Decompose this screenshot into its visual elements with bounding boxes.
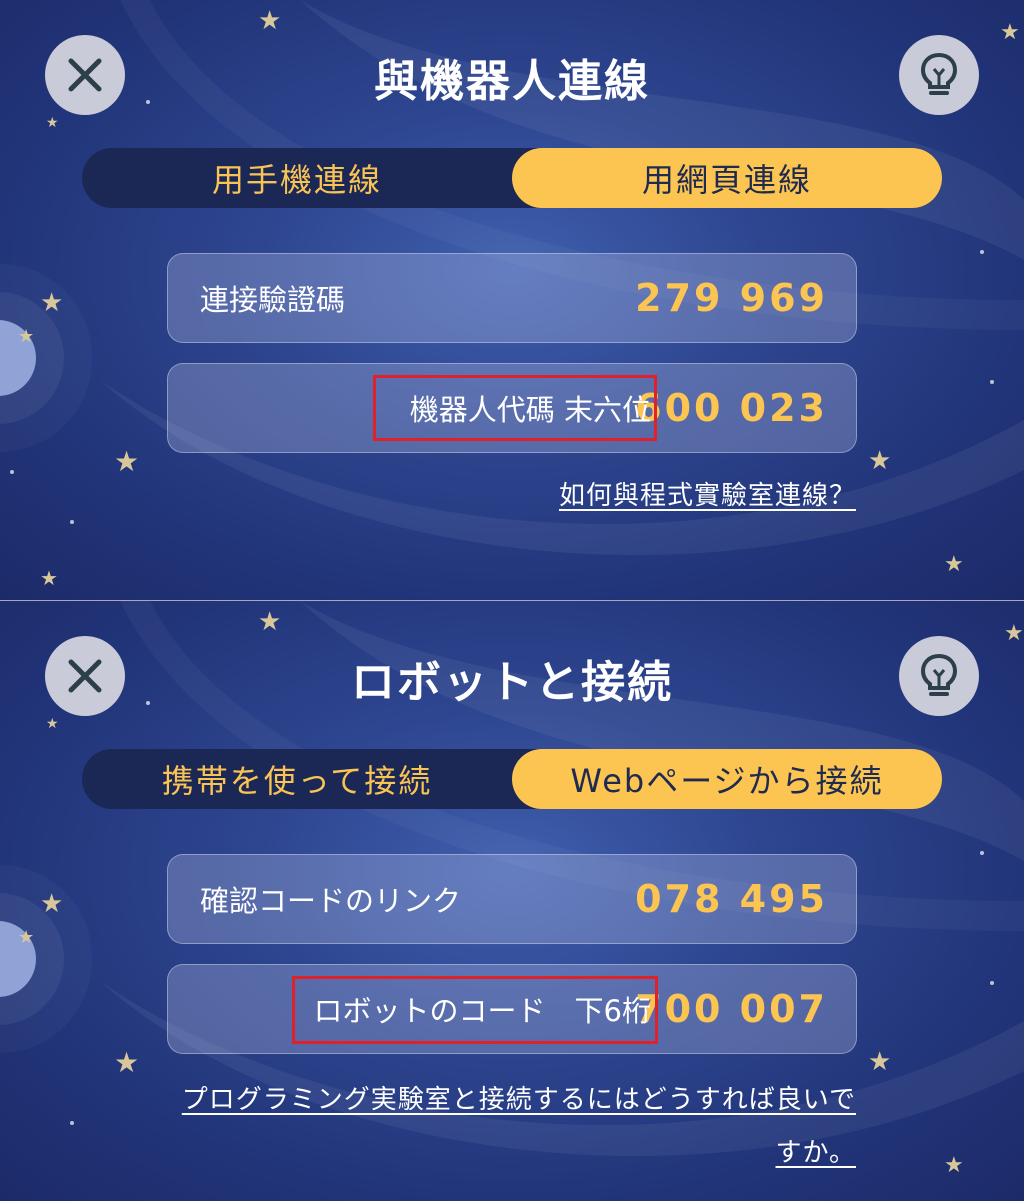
robot-code-value: 700 007 [635,987,828,1031]
close-button[interactable] [45,35,125,115]
help-link[interactable]: 如何與程式實驗室連線？ [559,475,856,512]
star-icon: ★ [46,115,59,131]
star-icon: ★ [258,6,282,36]
hint-button[interactable] [899,35,979,115]
hint-button[interactable] [899,636,979,716]
connection-mode-tabs: 携帯を使って接続 Webページから接続 [82,749,942,809]
connect-panel-japanese: ★ ★ ★ ★ ★ ★ ★ ★ ロボットと接続 携帯を使って接続 Webページか… [0,601,1024,1201]
help-link[interactable]: プログラミング実験室と接続するにはどうすれば良いですか。 [168,1074,856,1180]
lightbulb-icon [920,653,958,696]
star-icon: ★ [40,288,64,318]
tab-web-connect[interactable]: Webページから接続 [512,749,942,809]
lightbulb-icon [920,52,958,95]
star-icon: ★ [114,445,140,478]
tab-phone-connect[interactable]: 用手機連線 [82,148,512,208]
star-dot [980,851,984,855]
star-dot [10,470,14,474]
tab-web-connect[interactable]: 用網頁連線 [512,148,942,208]
star-dot [70,1121,74,1125]
robot-code-value: 600 023 [635,386,828,430]
verification-code-card: 確認コードのリンク 078 495 [167,854,857,944]
star-icon: ★ [944,552,964,577]
star-icon: ★ [868,446,892,476]
star-icon: ★ [40,566,58,590]
verification-code-label: 確認コードのリンク [200,884,462,918]
star-icon: ★ [18,326,35,347]
star-icon: ★ [18,927,35,948]
star-dot [980,250,984,254]
star-dot [990,981,994,985]
star-dot [70,520,74,524]
star-icon: ★ [46,716,59,732]
close-icon [68,659,102,693]
connection-mode-tabs: 用手機連線 用網頁連線 [82,148,942,208]
star-dot [990,380,994,384]
star-icon: ★ [1004,621,1024,646]
highlight-box [373,375,657,441]
verification-code-card: 連接驗證碼 279 969 [167,253,857,343]
tab-phone-connect[interactable]: 携帯を使って接続 [82,749,512,809]
star-icon: ★ [868,1047,892,1077]
highlight-box [292,976,658,1044]
star-icon: ★ [40,889,64,919]
star-dot [146,701,150,705]
close-button[interactable] [45,636,125,716]
verification-code-value: 279 969 [635,276,828,320]
close-icon [68,58,102,92]
star-icon: ★ [944,1153,964,1178]
star-icon: ★ [258,607,282,637]
star-icon: ★ [1000,20,1020,45]
star-icon: ★ [114,1046,140,1079]
page-title: 與機器人連線 [374,56,650,107]
verification-code-value: 078 495 [635,877,828,921]
page-title: ロボットと接続 [351,657,673,708]
connect-panel-chinese: ★ ★ ★ ★ ★ ★ ★ ★ ★ 與機器人連線 用手機連線 用網頁連線 連接驗… [0,0,1024,600]
star-dot [146,100,150,104]
verification-code-label: 連接驗證碼 [200,283,346,317]
